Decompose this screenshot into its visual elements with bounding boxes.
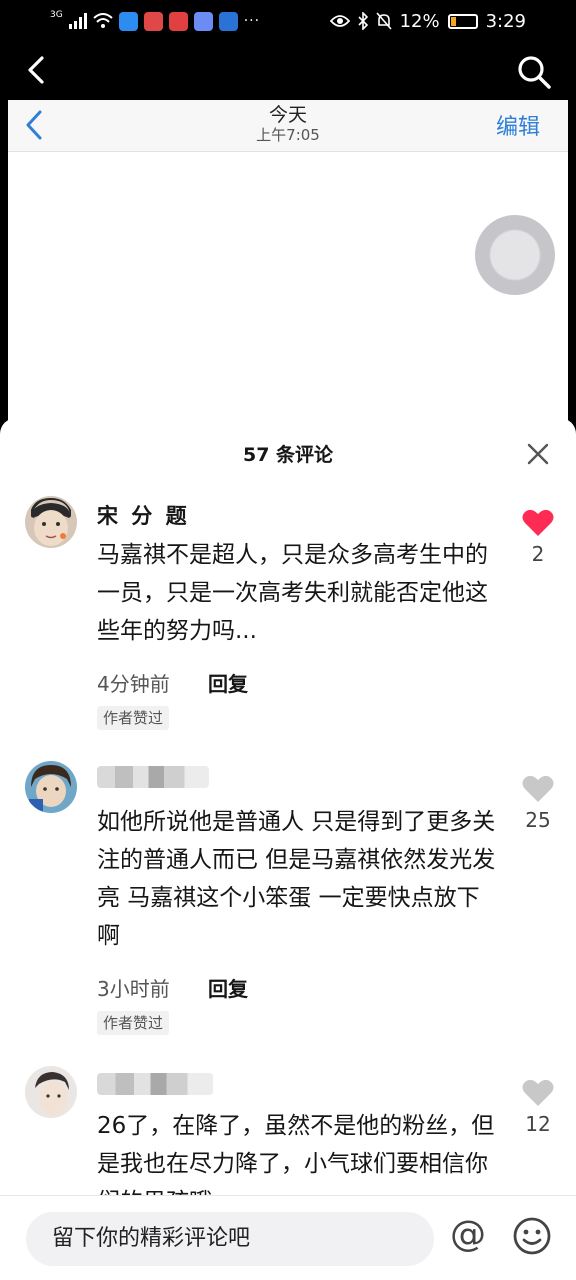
bluetooth-icon [357, 12, 368, 30]
like-button[interactable]: 12 [516, 1078, 560, 1136]
network-type: 3G [50, 10, 63, 20]
comment-sheet: 57 条评论 宋 分 题 马嘉祺不是超人，只是众多高考生中的一员，只是一次高考失… [0, 418, 576, 1280]
battery-icon [447, 13, 478, 29]
app-notification-icon [218, 11, 238, 31]
inner-title: 今天 [268, 104, 307, 126]
status-left: 3G ··· [50, 8, 260, 34]
status-right: 12% 3:29 [329, 8, 526, 34]
search-icon[interactable] [516, 54, 552, 90]
comment-author[interactable]: 宋 分 题 [97, 500, 190, 530]
like-count: 25 [525, 808, 551, 832]
comment-time: 4分钟前 [97, 672, 170, 696]
comment-text[interactable]: 如他所说他是普通人 只是得到了更多关注的普通人而已 但是马嘉祺依然发光发亮 马嘉… [97, 803, 497, 955]
inner-edit-label: 编辑 [495, 115, 540, 140]
video-top-bar [0, 42, 576, 100]
avatar[interactable] [25, 496, 77, 548]
video-content[interactable]: 今天 上午7:05 编辑 [8, 100, 568, 430]
heart-icon[interactable] [522, 1078, 554, 1108]
mute-icon [375, 12, 392, 30]
heart-icon[interactable] [522, 774, 554, 804]
battery-percent: 12% [399, 10, 440, 32]
app-notification-icon [193, 11, 213, 31]
clock: 3:29 [485, 10, 526, 32]
wifi-icon [93, 13, 113, 28]
like-button[interactable]: 25 [516, 774, 560, 832]
author-liked-badge: 作者赞过 [97, 706, 170, 730]
more-notifications: ··· [243, 13, 261, 29]
app-notification-icon [118, 11, 138, 31]
comment-count-title: 57 条评论 [242, 444, 334, 466]
reply-button[interactable]: 回复 [208, 668, 248, 697]
blurred-author-name[interactable] [97, 766, 209, 788]
comment-time: 3小时前 [97, 977, 170, 1001]
comment-input[interactable]: 留下你的精彩评论吧 [26, 1212, 434, 1266]
emoji-icon[interactable] [512, 1216, 552, 1256]
inner-time: 上午7:05 [256, 126, 320, 144]
app-notification-icon [143, 11, 163, 31]
avatar[interactable] [25, 761, 77, 813]
status-bar: 3G ··· 12% 3:29 [0, 0, 576, 42]
inner-header: 今天 上午7:05 编辑 [8, 100, 568, 152]
blurred-author-name[interactable] [97, 1073, 213, 1095]
close-icon[interactable] [526, 442, 550, 466]
back-arrow-icon[interactable] [22, 54, 54, 86]
avatar[interactable] [25, 1066, 77, 1118]
assistive-touch-ball[interactable] [475, 215, 555, 295]
reply-button[interactable]: 回复 [208, 973, 248, 1002]
signal-icon [68, 13, 87, 29]
like-count: 2 [531, 542, 545, 566]
app-notification-icon [168, 11, 188, 31]
comment-input-bar: 留下你的精彩评论吧 @ [0, 1195, 576, 1280]
comment-text[interactable]: 马嘉祺不是超人，只是众多高考生中的一员，只是一次高考失利就能否定他这些年的努力吗… [97, 536, 497, 650]
at-icon[interactable]: @ [447, 1214, 489, 1256]
screen: 3G ··· 12% 3:29 今天 上午7:05 编辑 57 条评论 宋 分 … [0, 0, 576, 1280]
eye-icon [329, 15, 350, 27]
author-liked-badge: 作者赞过 [97, 1011, 170, 1035]
like-button[interactable]: 2 [516, 508, 560, 566]
heart-icon[interactable] [522, 508, 554, 538]
like-count: 12 [525, 1112, 551, 1136]
